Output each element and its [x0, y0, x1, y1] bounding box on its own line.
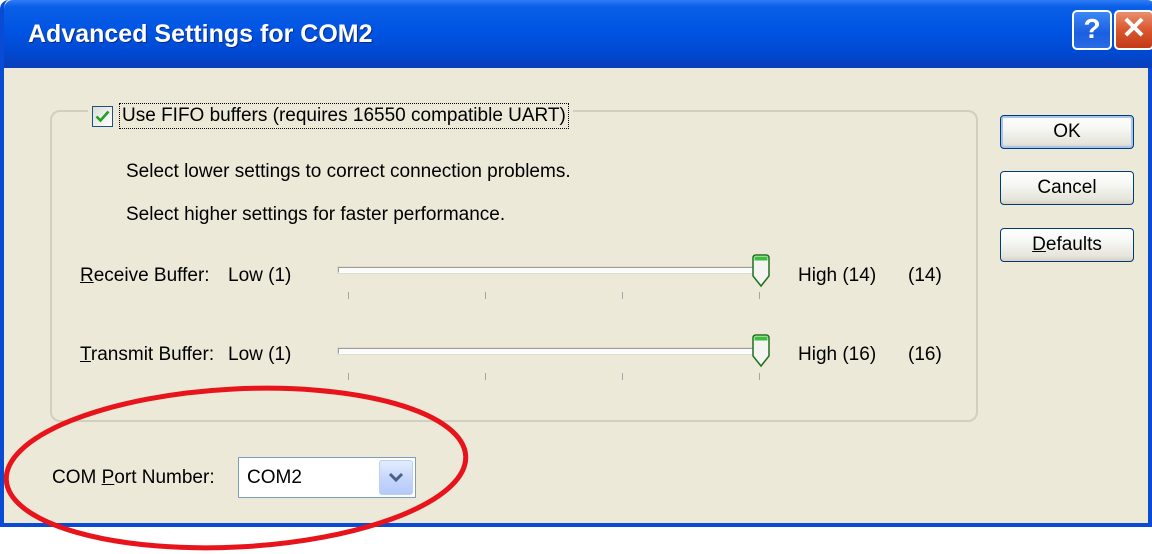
receive-tick [485, 292, 486, 299]
com-port-label-text: ort Number: [114, 467, 215, 488]
receive-low-label: Low (1) [228, 265, 292, 286]
com-port-label-prefix: COM [52, 467, 102, 488]
fifo-checkbox[interactable] [92, 105, 113, 127]
transmit-tick [622, 373, 623, 380]
help-button[interactable]: ? [1072, 10, 1112, 50]
slider-thumb-icon[interactable] [751, 334, 771, 368]
chevron-down-icon [388, 472, 404, 483]
transmit-low-label: Low (1) [228, 344, 292, 365]
transmit-buffer-mnemonic: T [80, 344, 91, 365]
transmit-high-label: High (16) [798, 344, 877, 365]
checkmark-icon [95, 110, 110, 122]
defaults-mnemonic: D [1032, 234, 1046, 255]
transmit-tick [348, 373, 349, 380]
transmit-tick [485, 373, 486, 380]
fifo-checkbox-label: Use FIFO buffers (requires 16550 compati… [119, 103, 569, 129]
receive-tick [759, 292, 760, 299]
window-title: Advanced Settings for COM2 [28, 20, 373, 48]
receive-value-display: (14) [908, 265, 942, 286]
receive-buffer-label: Receive Buffer: [80, 265, 210, 287]
receive-tick [622, 292, 623, 299]
cancel-button[interactable]: Cancel [1000, 171, 1134, 205]
title-bar[interactable]: Advanced Settings for COM2 ? ✕ [4, 0, 1152, 68]
slider-thumb-icon[interactable] [751, 254, 771, 288]
ok-button[interactable]: OK [1000, 115, 1134, 149]
defaults-button[interactable]: Defaults [1000, 228, 1134, 262]
com-port-label: COM Port Number: [52, 467, 215, 489]
receive-buffer-label-text: eceive Buffer: [93, 265, 210, 286]
defaults-label-text: efaults [1045, 234, 1102, 255]
dropdown-button[interactable] [379, 460, 413, 495]
close-button[interactable]: ✕ [1114, 10, 1152, 50]
receive-tick [348, 292, 349, 299]
dialog-window: Advanced Settings for COM2 ? ✕ Use FIFO … [0, 0, 1152, 527]
com-port-selected-value: COM2 [247, 467, 302, 488]
transmit-buffer-slider-track[interactable] [338, 348, 764, 354]
fifo-checkbox-row[interactable]: Use FIFO buffers (requires 16550 compati… [88, 96, 573, 136]
transmit-value-display: (16) [908, 344, 942, 365]
receive-buffer-mnemonic: R [80, 265, 94, 286]
receive-high-label: High (14) [798, 265, 877, 286]
info-text-lower: Select lower settings to correct connect… [126, 161, 571, 182]
com-port-select[interactable]: COM2 [238, 457, 416, 498]
info-text-higher: Select higher settings for faster perfor… [126, 204, 506, 225]
transmit-buffer-label-text: ransmit Buffer: [90, 344, 215, 365]
com-port-mnemonic: P [101, 467, 115, 488]
transmit-buffer-label: Transmit Buffer: [80, 344, 214, 366]
transmit-tick [759, 373, 760, 380]
receive-buffer-slider-track[interactable] [338, 267, 764, 273]
